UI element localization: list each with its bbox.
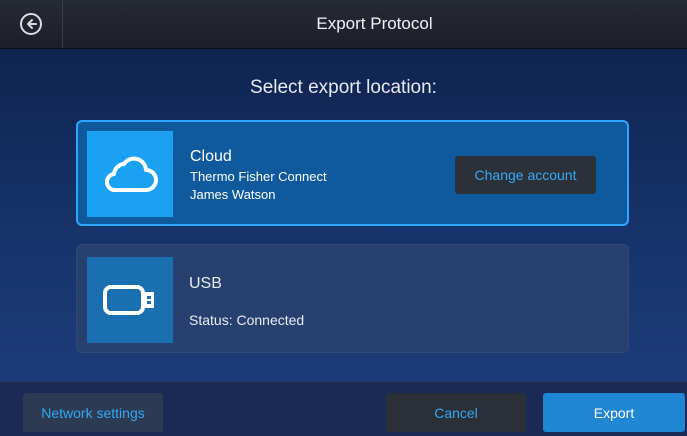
- back-button[interactable]: [0, 0, 63, 48]
- main-content: Select export location: Cloud Thermo Fis…: [0, 49, 687, 381]
- usb-status: Status: Connected: [189, 312, 305, 328]
- cloud-icon: [87, 131, 173, 217]
- top-bar: Export Protocol: [0, 0, 687, 49]
- network-settings-button[interactable]: Network settings: [23, 393, 163, 432]
- select-location-prompt: Select export location:: [250, 77, 437, 98]
- usb-drive-icon: [87, 257, 173, 343]
- change-account-button[interactable]: Change account: [455, 156, 596, 194]
- usb-option-title: USB: [189, 275, 222, 292]
- bottom-bar: Network settings Cancel Export: [0, 381, 687, 436]
- export-button[interactable]: Export: [543, 393, 685, 432]
- arrow-left-circle-icon: [20, 13, 42, 35]
- cloud-account-name: James Watson: [190, 187, 276, 202]
- cloud-option[interactable]: Cloud Thermo Fisher Connect James Watson…: [76, 120, 629, 226]
- usb-option[interactable]: USB Status: Connected: [76, 244, 629, 353]
- cloud-service-name: Thermo Fisher Connect: [190, 169, 327, 184]
- cancel-button[interactable]: Cancel: [386, 393, 526, 432]
- cloud-option-title: Cloud: [190, 148, 232, 165]
- page-title: Export Protocol: [316, 14, 433, 33]
